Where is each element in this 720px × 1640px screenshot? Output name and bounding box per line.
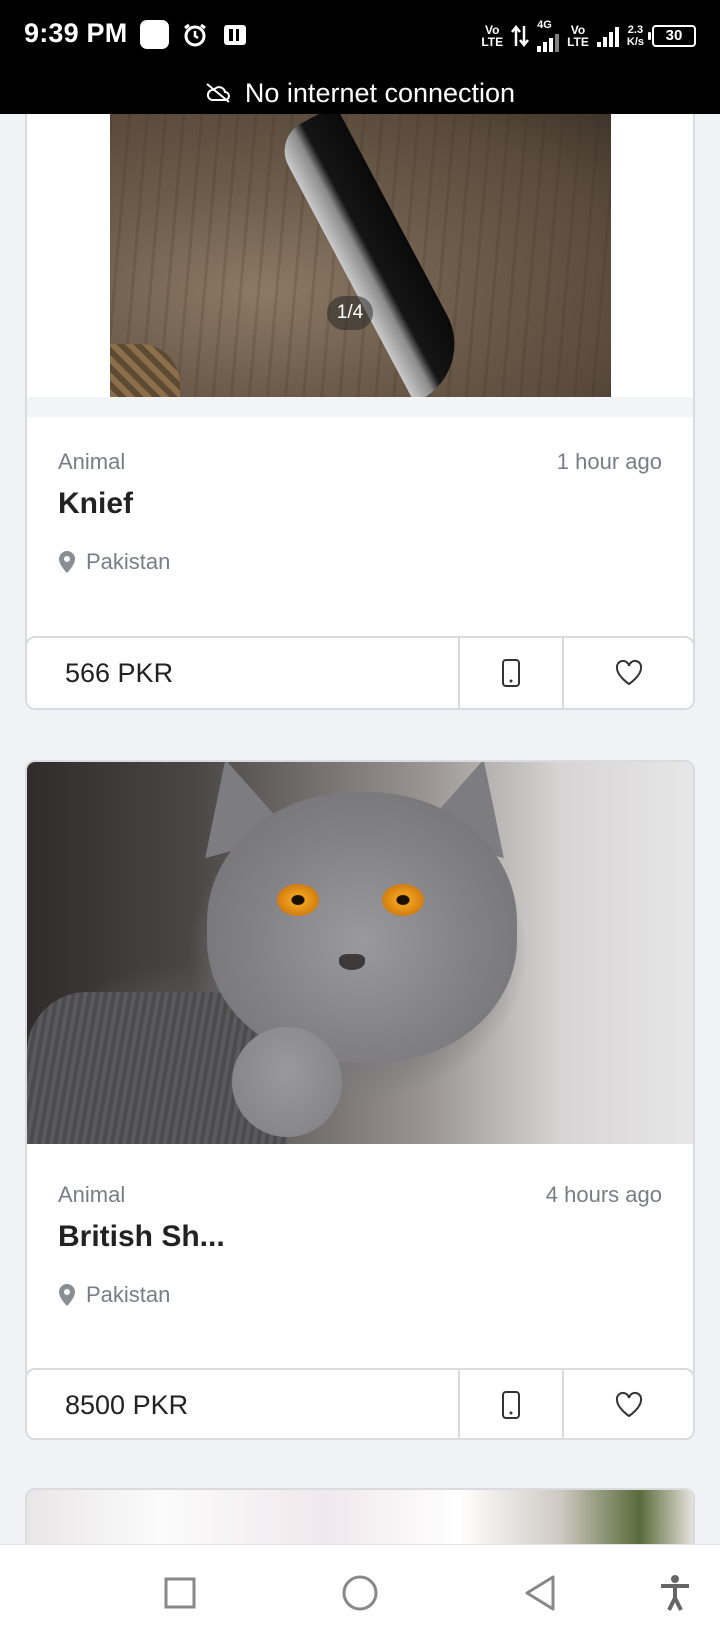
listing-card[interactable]: [25, 1488, 695, 1544]
alarm-icon: [184, 23, 206, 46]
data-transfer-icon: [511, 24, 530, 48]
no-internet-banner: No internet connection: [0, 72, 720, 114]
listing-image-carousel[interactable]: [27, 1490, 693, 1544]
favorite-button[interactable]: [564, 1370, 693, 1438]
listing-location: Pakistan: [58, 549, 170, 575]
notification-icon: [140, 20, 169, 49]
map-pin-icon: [59, 1284, 75, 1306]
listing-time: 4 hours ago: [545, 1182, 662, 1207]
triangle-back-icon: [525, 1575, 555, 1611]
listing-card[interactable]: 1/4 Animal 1 hour ago Knief Pakistan 566…: [25, 114, 695, 710]
net-speed: 2.3 K/s: [626, 24, 644, 48]
status-left-icons: [140, 20, 249, 49]
listing-category: Animal: [58, 1182, 126, 1207]
listing-category: Animal: [58, 449, 126, 474]
signal-bars-2: [596, 25, 619, 47]
status-time: 9:39 PM: [24, 18, 128, 48]
circle-icon: [342, 1575, 378, 1611]
heart-icon: [615, 1391, 642, 1418]
phone-icon: [502, 1391, 520, 1419]
app-notification-icon: [224, 24, 246, 45]
system-nav-bar: [0, 1544, 720, 1640]
volte-indicator-2: Vo LTE: [567, 23, 589, 49]
square-icon: [164, 1577, 196, 1609]
accessibility-button[interactable]: [655, 1573, 695, 1613]
status-right: Vo LTE 4G Vo LTE 2.3 K/s 30: [481, 20, 696, 52]
signal-4g: 4G: [537, 20, 560, 52]
home-button[interactable]: [340, 1573, 380, 1613]
listing-image-carousel[interactable]: 1/4: [27, 114, 693, 417]
call-button[interactable]: [458, 1370, 564, 1438]
favorite-button[interactable]: [564, 638, 693, 708]
status-bar: 9:39 PM Vo LTE 4G Vo LTE 2.3 K/s 30: [0, 0, 720, 72]
phone-icon: [502, 659, 520, 687]
banner-text: No internet connection: [244, 77, 516, 108]
listing-price: 8500 PKR: [65, 1390, 189, 1420]
volte-indicator-1: Vo LTE: [481, 23, 504, 49]
call-button[interactable]: [458, 638, 564, 708]
listing-time: 1 hour ago: [556, 449, 662, 474]
image-counter: 1/4: [327, 296, 373, 330]
listing-image: [110, 114, 611, 414]
listing-location: Pakistan: [58, 1282, 170, 1308]
listings-feed[interactable]: 1/4 Animal 1 hour ago Knief Pakistan 566…: [0, 114, 720, 1544]
listing-actions: 566 PKR: [27, 636, 693, 708]
signal-bars-1: [537, 30, 560, 52]
back-button[interactable]: [520, 1573, 560, 1613]
listing-image-carousel[interactable]: [27, 762, 693, 1144]
battery-icon: 30: [648, 25, 696, 47]
listing-card[interactable]: Animal 4 hours ago British Sh... Pakista…: [25, 760, 695, 1440]
listing-image: [27, 1490, 693, 1544]
listing-image: [27, 762, 693, 1144]
cloud-off-icon: [206, 83, 230, 103]
accessibility-icon: [661, 1575, 689, 1611]
listing-actions: 8500 PKR: [27, 1368, 693, 1438]
map-pin-icon: [59, 551, 75, 573]
heart-icon: [615, 659, 642, 686]
recents-button[interactable]: [160, 1573, 200, 1613]
listing-price: 566 PKR: [65, 658, 174, 688]
listing-title[interactable]: British Sh...: [58, 1220, 225, 1254]
listing-title[interactable]: Knief: [58, 487, 133, 521]
